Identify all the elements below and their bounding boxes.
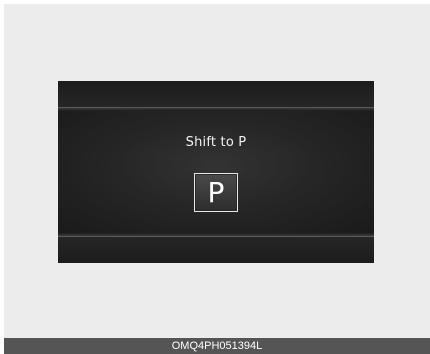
gear-letter: P [207, 176, 225, 209]
caption-bar: OMQ4PH051394L [4, 338, 430, 354]
display-center-panel [58, 111, 374, 233]
figure-code: OMQ4PH051394L [171, 340, 263, 352]
display-bottom-band [58, 236, 374, 263]
display-top-band [58, 81, 374, 108]
park-gear-icon: P [194, 173, 238, 212]
cluster-display: Shift to P P [58, 81, 374, 263]
shift-message: Shift to P [185, 135, 247, 150]
